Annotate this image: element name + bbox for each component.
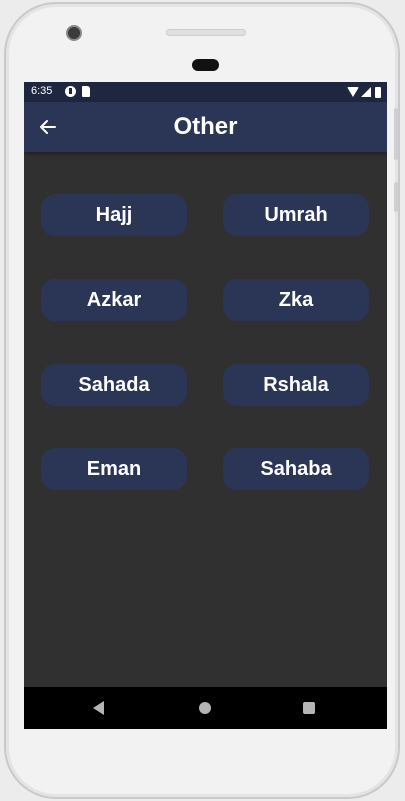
wifi-icon bbox=[347, 87, 359, 97]
emulator-stage: 6:35 Other Hajj Umrah Azkar Zka Sahada R… bbox=[0, 0, 405, 801]
sahada-button[interactable]: Sahada bbox=[41, 364, 187, 406]
proximity-sensor bbox=[192, 59, 219, 71]
rshala-button[interactable]: Rshala bbox=[223, 364, 369, 406]
eman-button[interactable]: Eman bbox=[41, 448, 187, 490]
battery-icon bbox=[375, 86, 381, 98]
earpiece-speaker bbox=[166, 29, 246, 36]
status-time: 6:35 bbox=[31, 85, 53, 97]
signal-icon bbox=[361, 87, 371, 97]
front-camera bbox=[66, 25, 82, 41]
status-bar: 6:35 bbox=[24, 82, 387, 102]
navigation-bar bbox=[24, 687, 387, 729]
zka-button[interactable]: Zka bbox=[223, 279, 369, 321]
arrow-left-icon bbox=[40, 120, 56, 134]
nav-back-icon bbox=[92, 701, 104, 715]
nav-recents-icon bbox=[303, 702, 315, 714]
nav-home-icon bbox=[199, 702, 211, 714]
device-screen: 6:35 Other Hajj Umrah Azkar Zka Sahada R… bbox=[24, 82, 387, 729]
sd-card-icon bbox=[82, 86, 90, 97]
sahaba-button[interactable]: Sahaba bbox=[223, 448, 369, 490]
power-button bbox=[394, 182, 398, 212]
nav-home-button[interactable] bbox=[195, 698, 215, 718]
volume-button bbox=[394, 108, 398, 160]
app-bar: Other bbox=[24, 102, 387, 152]
umrah-button[interactable]: Umrah bbox=[223, 194, 369, 236]
azkar-button[interactable]: Azkar bbox=[41, 279, 187, 321]
pocket-casts-icon bbox=[65, 86, 76, 97]
nav-back-button[interactable] bbox=[88, 698, 108, 718]
page-title: Other bbox=[173, 113, 238, 140]
nav-recents-button[interactable] bbox=[299, 698, 319, 718]
back-button[interactable] bbox=[34, 113, 62, 141]
hajj-button[interactable]: Hajj bbox=[41, 194, 187, 236]
status-right-icons bbox=[347, 86, 381, 98]
